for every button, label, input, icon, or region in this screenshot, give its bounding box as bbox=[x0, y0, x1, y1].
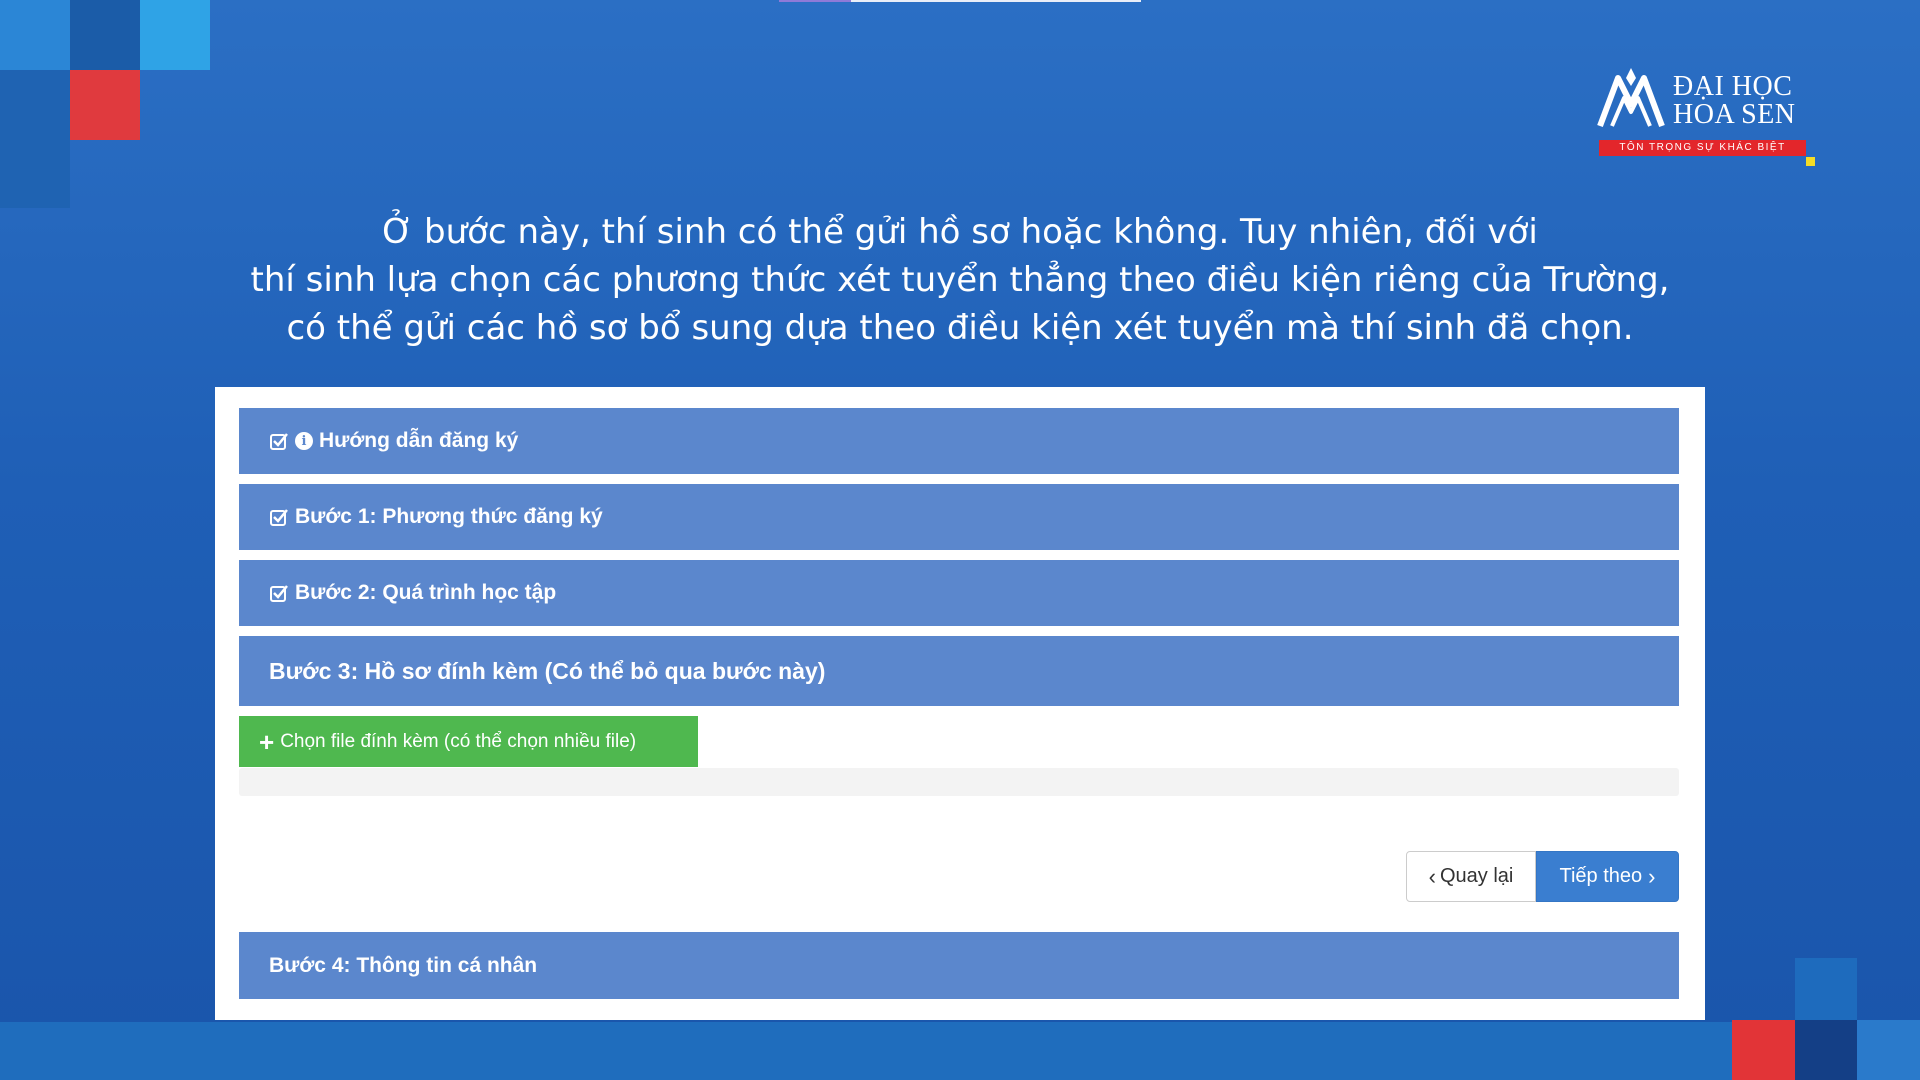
lotus-mountain-icon bbox=[1597, 68, 1665, 128]
step-2-label: Bước 2: Quá trình học tập bbox=[295, 581, 557, 604]
step-3-header[interactable]: Bước 3: Hồ sơ đính kèm (Có thể bỏ qua bư… bbox=[239, 636, 1679, 706]
logo-accent-dot bbox=[1806, 157, 1815, 166]
plus-icon: + bbox=[259, 726, 275, 757]
step-1-header[interactable]: Bước 1: Phương thức đăng ký bbox=[239, 484, 1679, 550]
upload-progress-bar bbox=[239, 768, 1679, 796]
decor-square bbox=[1795, 1020, 1857, 1080]
step-4-label: Bước 4: Thông tin cá nhân bbox=[269, 953, 538, 977]
back-button-label: Quay lại bbox=[1439, 865, 1514, 887]
decor-square bbox=[140, 0, 210, 70]
instruction-caption: Ở bước này, thí sinh có thể gửi hồ sơ ho… bbox=[200, 208, 1720, 352]
registration-form-card: i Hướng dẫn đăng ký Bước 1: Phương thức … bbox=[215, 387, 1705, 1020]
step-guide-header[interactable]: i Hướng dẫn đăng ký bbox=[239, 408, 1679, 474]
caption-line: Ở bước này, thí sinh có thể gửi hồ sơ ho… bbox=[382, 212, 1538, 252]
caption-line: thí sinh lựa chọn các phương thức xét tu… bbox=[250, 260, 1670, 300]
next-button-label: Tiếp theo bbox=[1559, 865, 1643, 887]
step-guide-label: Hướng dẫn đăng ký bbox=[319, 429, 519, 452]
decor-square bbox=[1732, 1020, 1795, 1080]
bottom-band bbox=[0, 1022, 1732, 1080]
university-logo: ĐẠI HỌC HOA SEN TÔN TRỌNG SỰ KHÁC BIỆT bbox=[1596, 62, 1816, 172]
back-button[interactable]: ‹ Quay lại bbox=[1406, 851, 1536, 902]
decor-square bbox=[1795, 958, 1857, 1020]
caption-line: có thể gửi các hồ sơ bổ sung dựa theo đi… bbox=[286, 308, 1634, 348]
logo-text-line1: ĐẠI HỌC bbox=[1673, 71, 1793, 102]
decor-square bbox=[70, 0, 140, 70]
choose-attachment-button[interactable]: + Chọn file đính kèm (có thể chọn nhiều … bbox=[239, 716, 698, 767]
logo-tagline: TÔN TRỌNG SỰ KHÁC BIỆT bbox=[1599, 140, 1806, 156]
checkbox-checked-icon bbox=[269, 507, 289, 527]
checkbox-checked-icon bbox=[269, 583, 289, 603]
decor-square bbox=[70, 70, 140, 140]
step-4-header[interactable]: Bước 4: Thông tin cá nhân bbox=[239, 932, 1679, 999]
checkbox-checked-icon bbox=[269, 431, 289, 451]
video-progress-buffered bbox=[851, 0, 1141, 2]
decor-square bbox=[0, 0, 70, 70]
step-2-header[interactable]: Bước 2: Quá trình học tập bbox=[239, 560, 1679, 626]
info-icon: i bbox=[295, 432, 313, 450]
step-3-label: Bước 3: Hồ sơ đính kèm (Có thể bỏ qua bư… bbox=[269, 657, 826, 684]
chevron-right-icon: › bbox=[1648, 863, 1656, 889]
decor-square bbox=[0, 70, 70, 208]
logo-text-line2: HOA SEN bbox=[1673, 99, 1796, 130]
video-progress-played bbox=[779, 0, 851, 2]
choose-attachment-label: Chọn file đính kèm (có thể chọn nhiều fi… bbox=[280, 730, 637, 752]
next-button[interactable]: Tiếp theo › bbox=[1536, 851, 1679, 902]
step-navigation: ‹ Quay lại Tiếp theo › bbox=[1406, 851, 1679, 902]
chevron-left-icon: ‹ bbox=[1428, 863, 1436, 889]
step-1-label: Bước 1: Phương thức đăng ký bbox=[295, 505, 603, 528]
decor-square bbox=[1857, 1020, 1920, 1080]
